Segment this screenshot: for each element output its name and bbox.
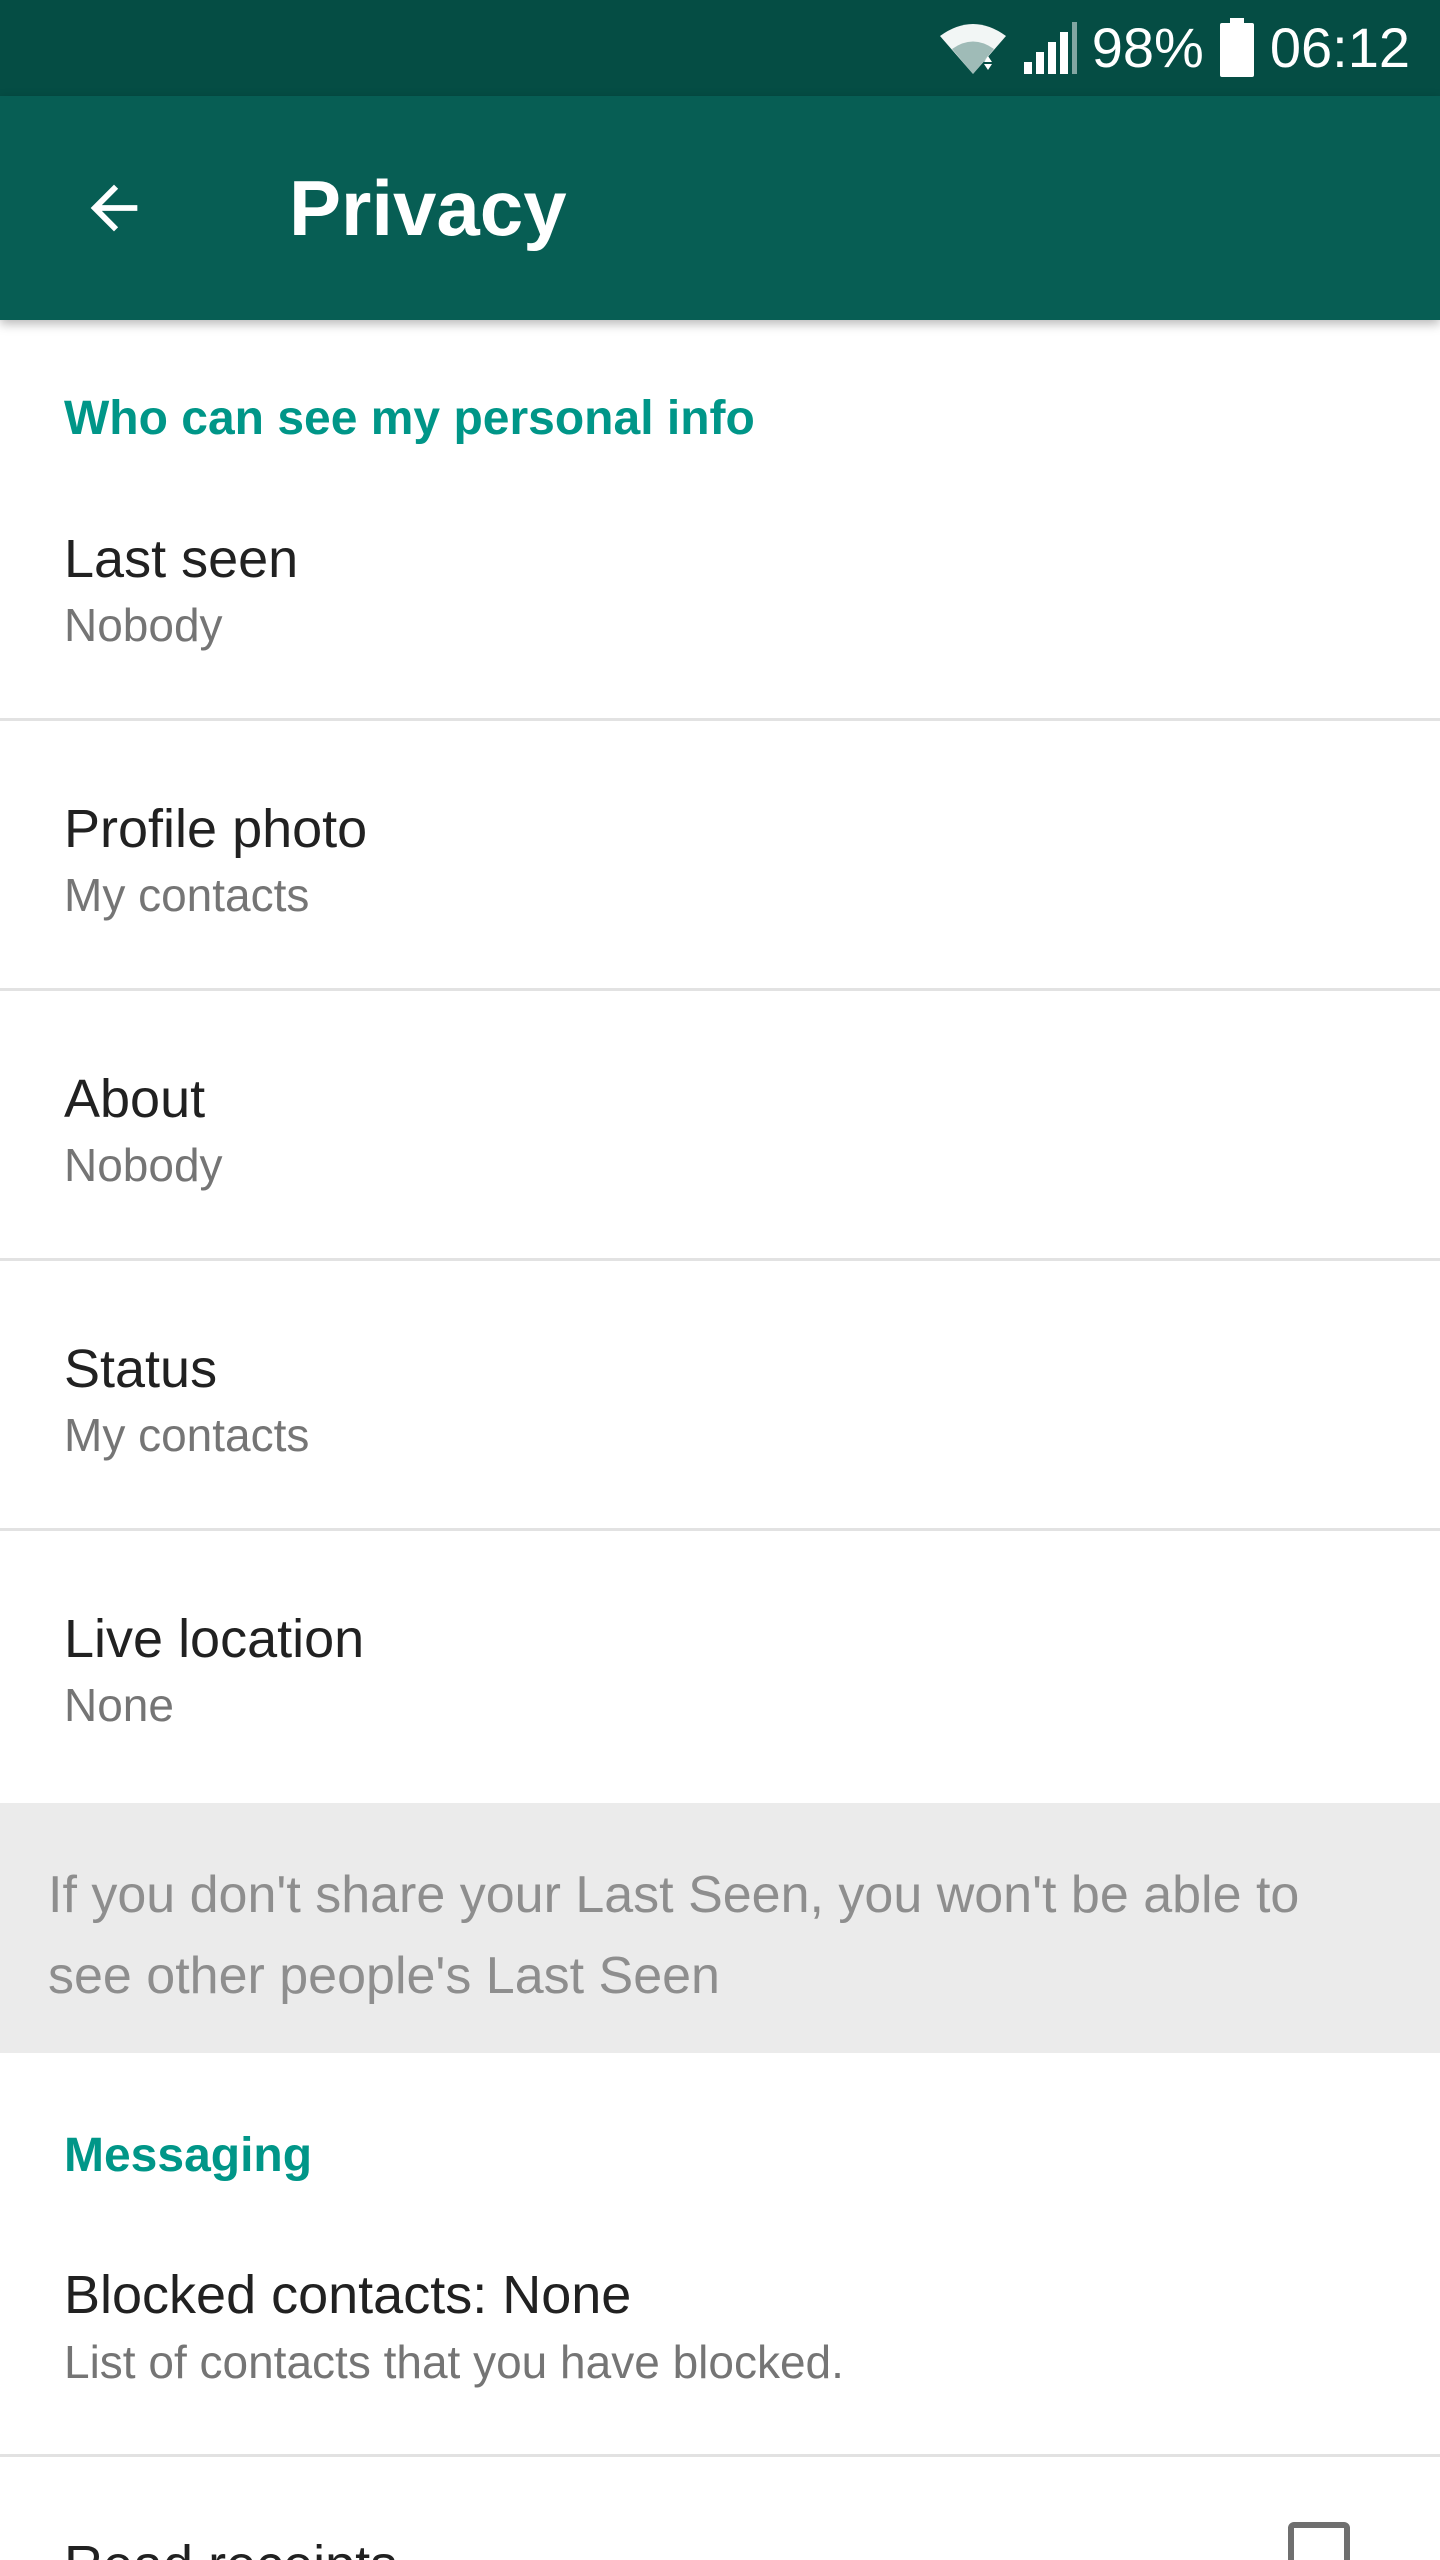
page-title: Privacy [289, 163, 567, 252]
pref-live-location[interactable]: Live location None [0, 1531, 1440, 1801]
info-note-text: If you don't share your Last Seen, you w… [48, 1866, 1300, 2005]
pref-title: Status [64, 1339, 218, 1399]
pref-title: Read receipts [64, 2538, 397, 2560]
status-icons: 98% 06:12 [924, 0, 1410, 96]
pref-summary: My contacts [64, 869, 310, 921]
status-time: 06:12 [1269, 16, 1410, 79]
pref-blocked-contacts[interactable]: Blocked contacts: None List of contacts … [0, 2196, 1440, 2456]
last-seen-info-note: If you don't share your Last Seen, you w… [0, 1803, 1440, 2053]
pref-title: Last seen [64, 529, 299, 589]
pref-summary: My contacts [64, 1409, 310, 1461]
section-header-messaging: Messaging [64, 2129, 313, 2182]
pref-summary: None [64, 1679, 174, 1731]
back-button[interactable] [48, 142, 180, 274]
pref-about[interactable]: About Nobody [0, 991, 1440, 1259]
pref-profile-photo[interactable]: Profile photo My contacts [0, 721, 1440, 989]
pref-summary: Nobody [64, 599, 223, 651]
privacy-settings-list: Who can see my personal info Last seen N… [0, 320, 1440, 2560]
pref-status[interactable]: Status My contacts [0, 1261, 1440, 1529]
read-receipts-checkbox[interactable] [1288, 2522, 1350, 2560]
pref-summary: Nobody [64, 1139, 223, 1191]
pref-last-seen[interactable]: Last seen Nobody [0, 460, 1440, 720]
status-bar: 98% 06:12 [0, 0, 1440, 96]
arrow-back-icon [90, 184, 138, 232]
section-header-personal-info: Who can see my personal info [64, 392, 755, 445]
pref-title: About [64, 1069, 206, 1129]
battery-percent: 98% [1091, 16, 1204, 79]
pref-title: Live location [64, 1609, 365, 1669]
pref-title: Profile photo [64, 799, 368, 859]
pref-title: Blocked contacts: None [64, 2265, 632, 2325]
pref-summary: List of contacts that you have blocked. [64, 2336, 844, 2388]
pref-read-receipts[interactable]: Read receipts [0, 2457, 1440, 2560]
app-toolbar: Privacy [0, 96, 1440, 320]
battery-icon [1219, 18, 1254, 77]
wifi-icon [939, 24, 1006, 74]
cellular-signal-icon [1023, 22, 1077, 74]
